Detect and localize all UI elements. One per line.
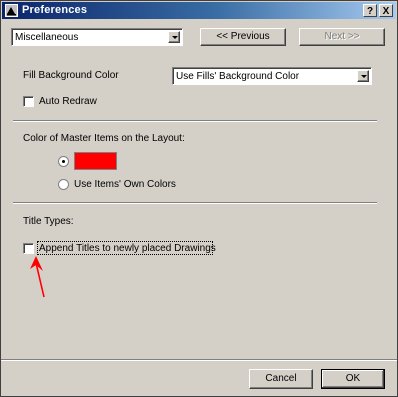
window-title: Preferences bbox=[22, 4, 88, 16]
cancel-button[interactable]: Cancel bbox=[249, 369, 313, 389]
title-bar[interactable]: Preferences ? X bbox=[2, 2, 396, 19]
own-colors-radio[interactable] bbox=[58, 179, 69, 190]
title-types-heading: Title Types: bbox=[23, 216, 74, 227]
fill-background-label: Fill Background Color bbox=[23, 70, 119, 81]
auto-redraw-checkbox[interactable] bbox=[23, 96, 34, 107]
category-dropdown[interactable]: Miscellaneous bbox=[11, 28, 183, 46]
own-colors-label: Use Items' Own Colors bbox=[74, 179, 176, 190]
master-color-heading: Color of Master Items on the Layout: bbox=[23, 133, 185, 144]
auto-redraw-label: Auto Redraw bbox=[39, 96, 97, 107]
previous-button[interactable]: << Previous bbox=[200, 28, 286, 46]
ok-button[interactable]: OK bbox=[321, 369, 385, 389]
custom-color-radio[interactable] bbox=[58, 156, 69, 167]
fill-background-value: Use Fills' Background Color bbox=[176, 71, 300, 82]
app-icon bbox=[5, 4, 18, 17]
master-color-swatch[interactable] bbox=[74, 152, 117, 170]
preferences-dialog: Preferences ? X Miscellaneous << Previou… bbox=[0, 0, 398, 397]
append-titles-label: Append Titles to newly placed Drawings bbox=[39, 243, 216, 254]
chevron-down-icon[interactable] bbox=[168, 31, 180, 43]
separator bbox=[1, 359, 397, 361]
separator bbox=[13, 120, 377, 122]
annotation-arrow-icon bbox=[30, 256, 45, 298]
fill-background-dropdown[interactable]: Use Fills' Background Color bbox=[172, 67, 372, 85]
close-button[interactable]: X bbox=[379, 4, 393, 17]
chevron-down-icon[interactable] bbox=[357, 70, 369, 82]
help-button[interactable]: ? bbox=[363, 4, 377, 17]
next-button[interactable]: Next >> bbox=[299, 28, 385, 46]
separator bbox=[13, 202, 377, 204]
category-value: Miscellaneous bbox=[15, 32, 79, 43]
